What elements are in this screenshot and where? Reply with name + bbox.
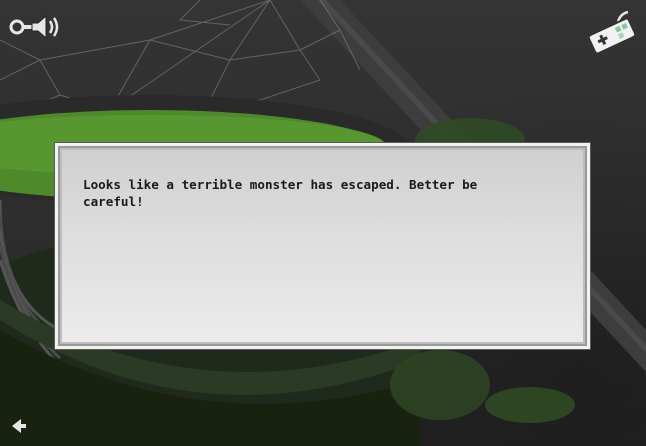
glow-splotch [485,387,575,423]
dialog-line-1: Looks like a terrible monster has escape… [83,177,478,192]
dialog-box[interactable]: Looks like a terrible monster has escape… [55,143,590,349]
back-arrow-icon [12,419,26,433]
gamepad-controller-icon [587,10,637,55]
dialog-line-2: careful! [83,194,144,209]
back-button[interactable] [8,414,30,438]
glow-splotch [390,350,490,420]
dialog-message: Looks like a terrible monster has escape… [83,176,553,210]
controller-button[interactable] [584,8,640,55]
sound-toggle-button[interactable] [8,12,62,42]
speaker-sound-on-icon [9,14,59,40]
